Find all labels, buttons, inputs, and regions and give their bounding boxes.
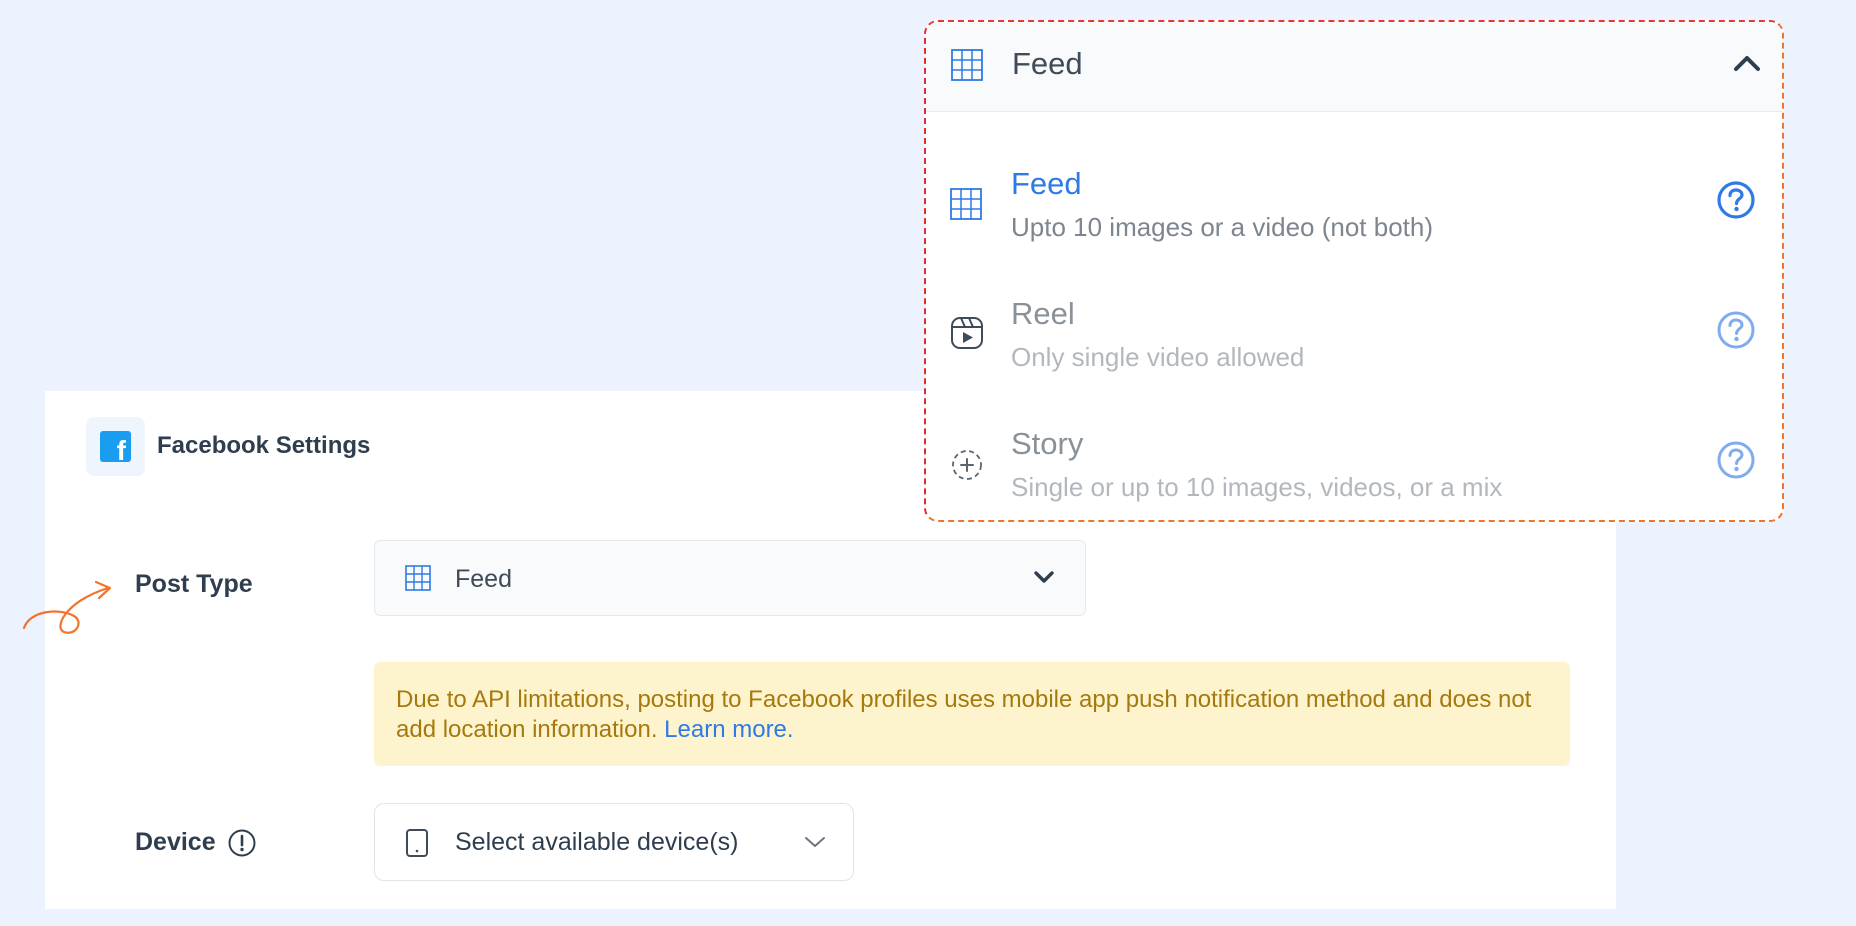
option-title: Story — [1011, 426, 1084, 461]
grid-icon — [951, 49, 983, 86]
option-story[interactable]: Story Single or up to 10 images, videos,… — [926, 426, 1782, 546]
facebook-icon: f — [100, 431, 131, 462]
device-placeholder: Select available device(s) — [455, 828, 739, 856]
dropdown-header[interactable]: Feed — [926, 22, 1782, 112]
post-type-label: Post Type — [135, 570, 253, 598]
story-icon — [950, 448, 984, 487]
notice-text: Due to API limitations, posting to Faceb… — [396, 686, 1532, 743]
help-icon[interactable] — [1716, 180, 1756, 225]
option-title: Feed — [1011, 166, 1082, 201]
option-description: Single or up to 10 images, videos, or a … — [1011, 472, 1503, 502]
device-select[interactable]: Select available device(s) — [374, 803, 854, 881]
post-type-dropdown: Feed Feed Upto 10 images or a video (not… — [924, 20, 1784, 522]
chevron-down-icon — [803, 834, 827, 855]
chevron-up-icon[interactable] — [1732, 52, 1762, 79]
api-limitation-notice: Due to API limitations, posting to Faceb… — [374, 662, 1570, 766]
option-description: Upto 10 images or a video (not both) — [1011, 212, 1434, 242]
facebook-logo: f — [86, 417, 145, 476]
help-icon[interactable] — [1716, 440, 1756, 485]
help-icon[interactable] — [1716, 310, 1756, 355]
chevron-down-icon — [1033, 569, 1055, 590]
pointer-arrow-icon — [20, 572, 116, 639]
post-type-value: Feed — [455, 565, 512, 593]
learn-more-link[interactable]: Learn more. — [664, 716, 793, 743]
option-feed[interactable]: Feed Upto 10 images or a video (not both… — [926, 166, 1782, 286]
post-type-select[interactable]: Feed — [374, 540, 1086, 616]
option-title: Reel — [1011, 296, 1075, 331]
device-label: Device — [135, 828, 216, 856]
option-description: Only single video allowed — [1011, 342, 1305, 372]
grid-icon — [405, 565, 431, 596]
option-reel[interactable]: Reel Only single video allowed — [926, 296, 1782, 416]
dropdown-selected-value: Feed — [1012, 46, 1083, 81]
reel-icon — [950, 316, 984, 355]
card-title: Facebook Settings — [157, 432, 371, 459]
info-icon[interactable] — [227, 828, 257, 863]
grid-icon — [950, 188, 982, 225]
tablet-icon — [405, 828, 429, 863]
